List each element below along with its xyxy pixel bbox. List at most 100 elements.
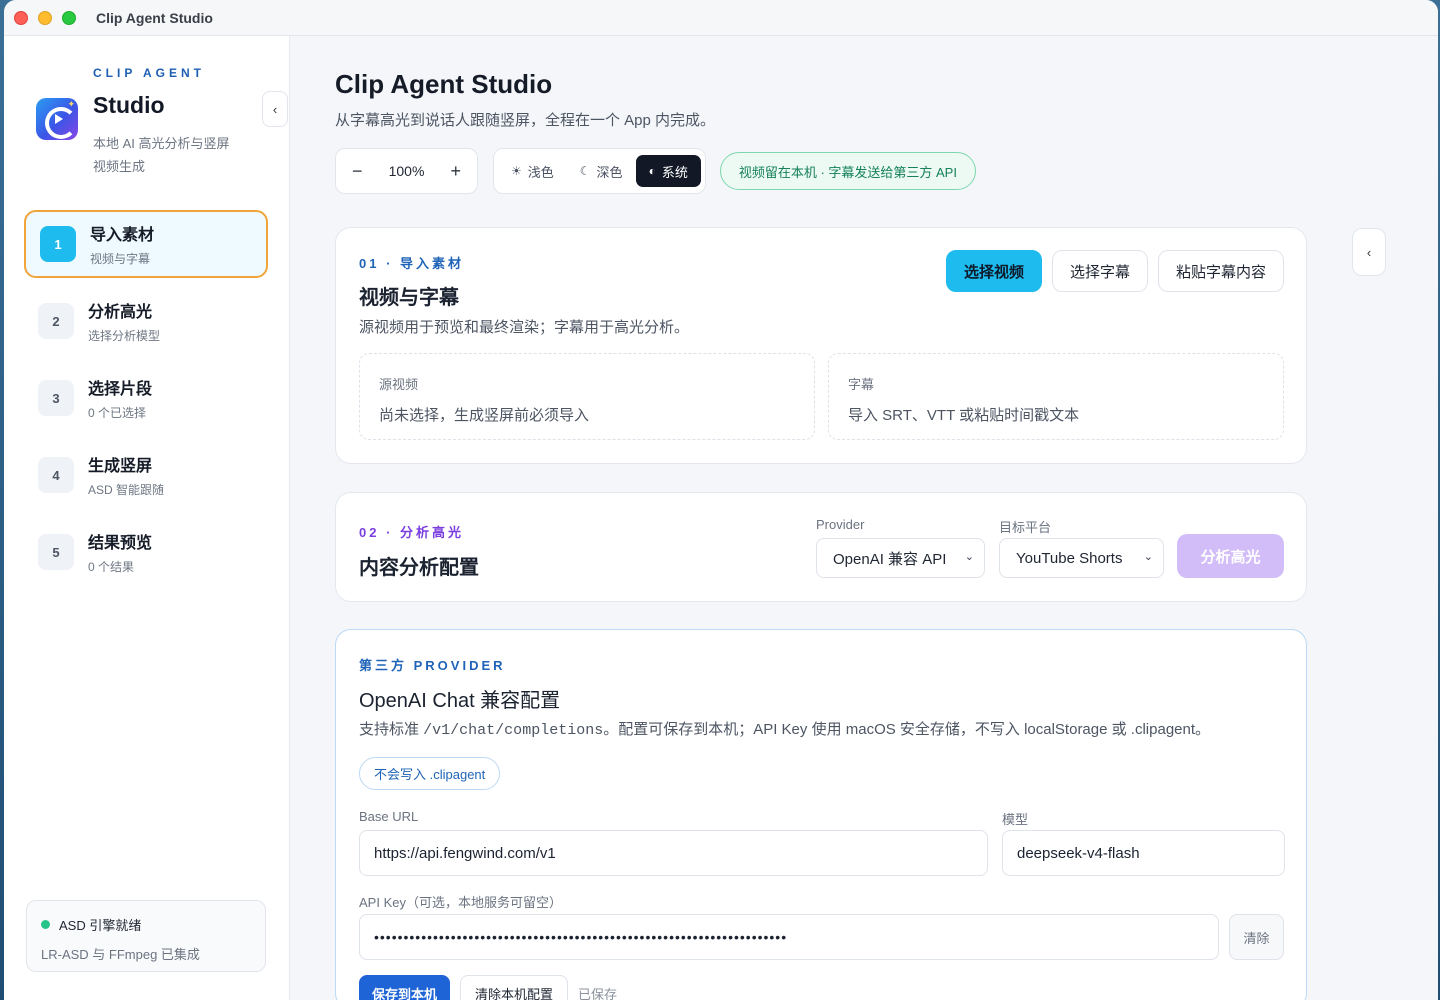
desc-suffix: 。配置可保存到本机；API Key 使用 macOS 安全存储，不写入 loca… [603,721,1211,738]
zoom-out-button[interactable]: − [352,161,363,182]
collapse-sidebar-button[interactable]: ‹ [262,91,288,127]
sun-icon: ☀ [511,164,522,178]
section-eyebrow: 02 · 分析高光 [359,525,465,540]
theme-dark-option[interactable]: ☾ 深色 [567,155,636,187]
step-number: 3 [38,380,74,416]
import-actions: 选择视频 选择字幕 粘贴字幕内容 [945,250,1284,292]
api-key-label: API Key（可选，本地服务可留空） [359,895,562,910]
step-generate[interactable]: 4 生成竖屏 ASD 智能跟随 [24,441,268,509]
step-subtitle: 0 个已选择 [88,406,147,420]
desc-prefix: 支持标准 [359,721,424,738]
section-title: OpenAI Chat 兼容配置 [359,690,561,712]
play-icon [55,114,63,124]
close-window-button[interactable] [14,10,28,25]
analyze-highlights-button[interactable]: 分析高光 [1177,534,1284,578]
engine-status-card: ASD 引擎就绪 LR-ASD 与 FFmpeg 已集成 [26,900,266,972]
theme-light-option[interactable]: ☀ 浅色 [498,155,567,187]
subtitle-dropzone-value: 导入 SRT、VTT 或粘贴时间戳文本 [848,407,1080,424]
step-analyze[interactable]: 2 分析高光 选择分析模型 [24,287,268,355]
clear-api-key-button[interactable]: 清除 [1229,914,1284,960]
step-subtitle: 视频与字幕 [90,252,151,266]
section-eyebrow: 01 · 导入素材 [359,256,465,271]
platform-select-value: YouTube Shorts [1016,549,1123,567]
storage-note-badge: 不会写入 .clipagent [359,757,501,790]
select-subtitle-button[interactable]: 选择字幕 [1051,250,1148,292]
theme-switcher: ☀ 浅色 ☾ 深色 ◐ 系统 [493,148,706,194]
app-window: Clip Agent Studio ✦ CLIP AGENT Studio 本地… [4,0,1438,1000]
step-import[interactable]: 1 导入素材 视频与字幕 [24,210,268,278]
theme-system-option[interactable]: ◐ 系统 [635,155,701,187]
main-content: Clip Agent Studio 从字幕高光到说话人跟随竖屏，全程在一个 Ap… [290,36,1438,1000]
subtitle-dropzone-label: 字幕 [848,377,875,392]
provider-select-value: OpenAI 兼容 API [833,550,947,568]
section-title: 内容分析配置 [359,557,479,579]
theme-light-label: 浅色 [527,164,554,180]
status-dot-icon [41,920,50,929]
theme-system-label: 系统 [661,164,688,180]
clear-local-config-button[interactable]: 清除本机配置 [460,975,569,1000]
select-video-button[interactable]: 选择视频 [945,250,1042,292]
engine-detail: LR-ASD 与 FFmpeg 已集成 [41,947,200,962]
step-title: 生成竖屏 [88,458,153,475]
api-key-input[interactable]: ••••••••••••••••••••••••••••••••••••••••… [359,914,1219,960]
section-eyebrow: 第三方 PROVIDER [359,658,506,673]
step-preview[interactable]: 5 结果预览 0 个结果 [24,518,268,586]
step-title: 分析高光 [88,304,153,321]
moon-icon: ☾ [579,164,591,178]
brand-description: 本地 AI 高光分析与竖屏视频生成 [93,136,230,174]
toolbar: − 100% + ☀ 浅色 ☾ 深色 ◐ 系统 视频留在本机 · 字幕发送给第三… [335,148,976,194]
brand-name: Studio [93,92,165,118]
step-title: 导入素材 [90,227,155,244]
step-nav: 1 导入素材 视频与字幕 2 分析高光 选择分析模型 3 选择片段 0 个已选择 [24,210,268,595]
platform-select[interactable]: YouTube Shorts ⌄ [999,538,1164,578]
platform-label: 目标平台 [999,520,1052,535]
step-number: 2 [38,303,74,339]
window-title: Clip Agent Studio [96,9,213,26]
chevron-left-icon: ‹ [1366,244,1372,260]
brand-eyebrow: CLIP AGENT [93,66,206,80]
section-title: 视频与字幕 [359,287,459,309]
endpoint-code: /v1/chat/completions [423,722,604,739]
save-local-button[interactable]: 保存到本机 [359,975,451,1000]
step-title: 结果预览 [88,535,153,552]
analyze-card: 02 · 分析高光 内容分析配置 Provider OpenAI 兼容 API … [335,492,1307,602]
section-description: 支持标准 /v1/chat/completions。配置可保存到本机；API K… [359,718,1210,739]
provider-select[interactable]: OpenAI 兼容 API ⌄ [816,538,985,578]
page-title: Clip Agent Studio [335,69,553,99]
minimize-window-button[interactable] [38,10,52,25]
subtitle-dropzone[interactable]: 字幕 导入 SRT、VTT 或粘贴时间戳文本 [828,353,1284,440]
page-subtitle: 从字幕高光到说话人跟随竖屏，全程在一个 App 内完成。 [335,112,716,129]
paste-subtitle-button[interactable]: 粘贴字幕内容 [1157,250,1284,292]
sidebar: ✦ CLIP AGENT Studio 本地 AI 高光分析与竖屏视频生成 ‹ … [4,36,290,1000]
sparkle-icon: ✦ [67,99,75,109]
app-logo-icon: ✦ [36,98,78,140]
privacy-badge: 视频留在本机 · 字幕发送给第三方 API [719,152,976,190]
step-number: 1 [40,226,76,262]
model-input[interactable]: deepseek-v4-flash [1002,830,1285,876]
base-url-input[interactable]: https://api.fengwind.com/v1 [359,830,988,876]
toggle-right-panel-button[interactable]: ‹ [1352,228,1386,276]
provider-label: Provider [816,517,865,532]
saved-status: 已保存 [578,986,618,1000]
zoom-window-button[interactable] [62,10,76,25]
chevron-down-icon: ⌄ [964,551,974,563]
zoom-control: − 100% + [335,148,478,194]
provider-config-card: 第三方 PROVIDER OpenAI Chat 兼容配置 支持标准 /v1/c… [335,629,1307,1000]
step-number: 4 [38,457,74,493]
step-subtitle: 0 个结果 [88,560,135,574]
import-card: 01 · 导入素材 视频与字幕 源视频用于预览和最终渲染；字幕用于高光分析。 选… [335,227,1307,464]
chevron-down-icon: ⌄ [1143,551,1153,563]
save-actions: 保存到本机 清除本机配置 已保存 [359,975,617,1000]
step-select-clips[interactable]: 3 选择片段 0 个已选择 [24,364,268,432]
zoom-in-button[interactable]: + [450,161,461,182]
base-url-label: Base URL [359,809,419,824]
engine-status-text: ASD 引擎就绪 [59,918,142,933]
zoom-level: 100% [388,163,425,179]
step-title: 选择片段 [88,381,153,398]
chevron-left-icon: ‹ [272,101,278,117]
video-dropzone[interactable]: 源视频 尚未选择，生成竖屏前必须导入 [359,353,815,440]
step-number: 5 [38,534,74,570]
step-subtitle: ASD 智能跟随 [88,483,165,497]
contrast-icon: ◐ [648,164,656,178]
section-description: 源视频用于预览和最终渲染；字幕用于高光分析。 [359,319,690,336]
